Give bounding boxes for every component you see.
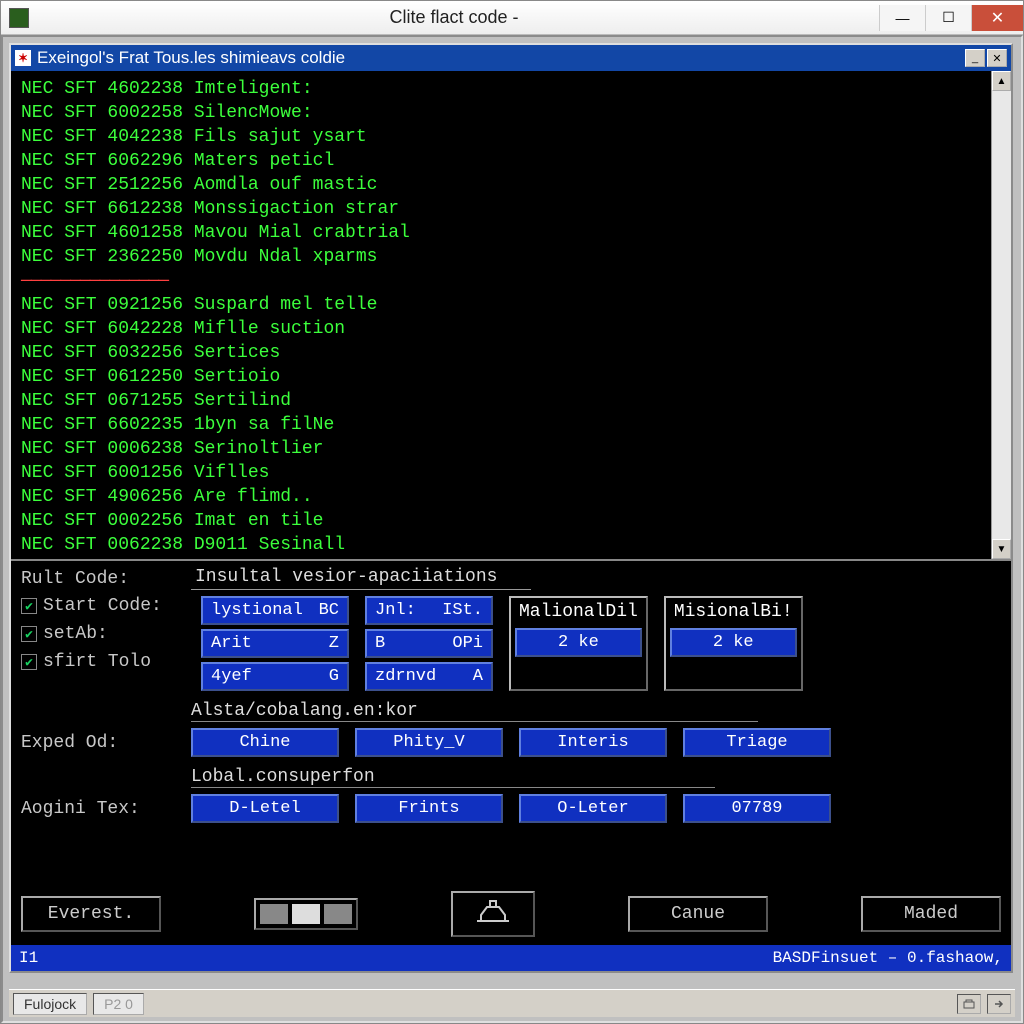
malional-value-button[interactable]: 2 ke <box>515 628 642 657</box>
scroll-up-arrow-icon[interactable]: ▲ <box>992 71 1011 91</box>
rult-code-label: Rult Code: <box>21 569 181 589</box>
app-icon <box>9 8 29 28</box>
section-lobal-label: Lobal.consuperfon <box>191 767 715 788</box>
phity-button[interactable]: Phity_V <box>355 728 503 757</box>
agini-label: Aogini Tex: <box>21 799 181 819</box>
stamp-button[interactable] <box>451 891 535 937</box>
status-tool-icon[interactable] <box>957 994 981 1014</box>
start-code-checkbox[interactable]: ✔ Start Code: <box>21 596 181 616</box>
segment-3[interactable] <box>324 904 352 924</box>
07789-button[interactable]: 07789 <box>683 794 831 823</box>
inner-app-icon: ✶ <box>15 50 31 66</box>
segment-1[interactable] <box>260 904 288 924</box>
log-line: NEC SFT 0002256 Imat en tile <box>21 509 981 533</box>
maximize-button[interactable]: ☐ <box>925 5 971 31</box>
status-left: I1 <box>19 949 38 967</box>
inner-window: ✶ Exeingol's Frat Tous.les shimieavs col… <box>9 43 1013 973</box>
close-button[interactable]: ✕ <box>971 5 1023 31</box>
sfirt-label: sfirt Tolo <box>43 652 151 672</box>
everest-button[interactable]: Everest. <box>21 896 161 932</box>
log-line: NEC SFT 2362250 Movdu Ndal xparms <box>21 245 981 269</box>
group-title-label: Malional <box>519 602 605 622</box>
dletel-button[interactable]: D-Letel <box>191 794 339 823</box>
vertical-scrollbar[interactable]: ▲ ▼ <box>991 71 1011 559</box>
log-line: NEC SFT 6062296 Maters peticl <box>21 149 981 173</box>
exped-label: Exped Od: <box>21 733 181 753</box>
status-right: BASDFinsuet – 0.fashaow, <box>773 949 1003 967</box>
sfirt-checkbox[interactable]: ✔ sfirt Tolo <box>21 652 181 672</box>
interis-button[interactable]: Interis <box>519 728 667 757</box>
log-line: NEC SFT 6032256 Sertices <box>21 341 981 365</box>
inner-status-bar: I1 BASDFinsuet – 0.fashaow, <box>11 945 1011 971</box>
segment-control[interactable] <box>254 898 358 930</box>
setab-checkbox[interactable]: ✔ setAb: <box>21 624 181 644</box>
mdi-client-area: ✶ Exeingol's Frat Tous.les shimieavs col… <box>1 35 1023 1023</box>
misional-value-button[interactable]: 2 ke <box>670 628 797 657</box>
log-line: NEC SFT 6001256 Viflles <box>21 461 981 485</box>
checkmark-icon: ✔ <box>21 654 37 670</box>
log-line: NEC SFT 4601258 Mavou Mial crabtrial <box>21 221 981 245</box>
scroll-track[interactable] <box>992 91 1011 539</box>
lystional-button[interactable]: lystionalBC <box>201 596 349 625</box>
log-line: NEC SFT 0671255 Sertilind <box>21 389 981 413</box>
action-row: Everest. Canue Maded <box>21 891 1001 937</box>
inner-title: Exeingol's Frat Tous.les shimieavs coldi… <box>37 48 965 68</box>
log-line: NEC SFT 6602235 1byn sa filNe <box>21 413 981 437</box>
window-controls: — ☐ ✕ <box>879 5 1023 31</box>
start-code-label: Start Code: <box>43 596 162 616</box>
outer-status-bar: Fulojock P2 0 <box>9 989 1015 1017</box>
b-opi-button[interactable]: BOPi <box>365 629 493 658</box>
log-line: NEC SFT 0612250 Sertioio <box>21 365 981 389</box>
log-line: NEC SFT 4906256 Are flimd.. <box>21 485 981 509</box>
console-region: NEC SFT 4602238 Imteligent: NEC SFT 6002… <box>11 71 1011 561</box>
misional-group: MisionalBi! 2 ke <box>664 596 803 691</box>
log-line: NEC SFT 0921256 Suspard mel telle <box>21 293 981 317</box>
4yef-button[interactable]: 4yefG <box>201 662 349 691</box>
jnl-button[interactable]: Jnl:ISt. <box>365 596 493 625</box>
checkmark-icon: ✔ <box>21 626 37 642</box>
log-line: NEC SFT 2512256 Aomdla ouf mastic <box>21 173 981 197</box>
status-arrow-icon[interactable] <box>987 994 1011 1014</box>
zdrnvd-button[interactable]: zdrnvdA <box>365 662 493 691</box>
log-line: NEC SFT 6002258 SilencMowe: <box>21 101 981 125</box>
group-title-label: Misional <box>674 602 760 622</box>
log-line: NEC SFT 6612238 Monssigaction strar <box>21 197 981 221</box>
status-pane-fulojock[interactable]: Fulojock <box>13 993 87 1015</box>
canue-button[interactable]: Canue <box>628 896 768 932</box>
stamp-icon <box>473 897 513 925</box>
segment-2[interactable] <box>292 904 320 924</box>
minimize-button[interactable]: — <box>879 5 925 31</box>
inner-minimize-button[interactable]: _ <box>965 49 985 67</box>
arit-button[interactable]: AritZ <box>201 629 349 658</box>
oleter-button[interactable]: O-Leter <box>519 794 667 823</box>
outer-titlebar: Clite flact code - — ☐ ✕ <box>1 1 1023 35</box>
log-line: NEC SFT 0041223 <box>21 557 981 559</box>
setab-label: setAb: <box>43 624 108 644</box>
log-line: NEC SFT 0006238 Serinoltlier <box>21 437 981 461</box>
log-line: NEC SFT 6042228 Miflle suction <box>21 317 981 341</box>
checkmark-icon: ✔ <box>21 598 37 614</box>
log-line: NEC SFT 4602238 Imteligent: <box>21 77 981 101</box>
triage-button[interactable]: Triage <box>683 728 831 757</box>
log-line: NEC SFT 0062238 D9011 Sesinall <box>21 533 981 557</box>
console-output: NEC SFT 4602238 Imteligent: NEC SFT 6002… <box>11 71 991 559</box>
log-separator: ——————————————— <box>21 269 981 293</box>
malional-group: MalionalDil 2 ke <box>509 596 648 691</box>
inner-close-button[interactable]: ✕ <box>987 49 1007 67</box>
log-line: NEC SFT 4042238 Fils sajut ysart <box>21 125 981 149</box>
scroll-down-arrow-icon[interactable]: ▼ <box>992 539 1011 559</box>
window-title: Clite flact code - <box>29 7 879 28</box>
config-panel: Rult Code: ✔ Start Code: ✔ setAb: <box>11 561 1011 971</box>
section-alsta-label: Alsta/cobalang.en:kor <box>191 701 758 722</box>
rult-code-input[interactable] <box>191 567 531 590</box>
status-pane-p20: P2 0 <box>93 993 144 1015</box>
inner-titlebar: ✶ Exeingol's Frat Tous.les shimieavs col… <box>11 45 1011 71</box>
maded-button[interactable]: Maded <box>861 896 1001 932</box>
outer-window: Clite flact code - — ☐ ✕ ✶ Exeingol's Fr… <box>0 0 1024 1024</box>
chine-button[interactable]: Chine <box>191 728 339 757</box>
frints-button[interactable]: Frints <box>355 794 503 823</box>
